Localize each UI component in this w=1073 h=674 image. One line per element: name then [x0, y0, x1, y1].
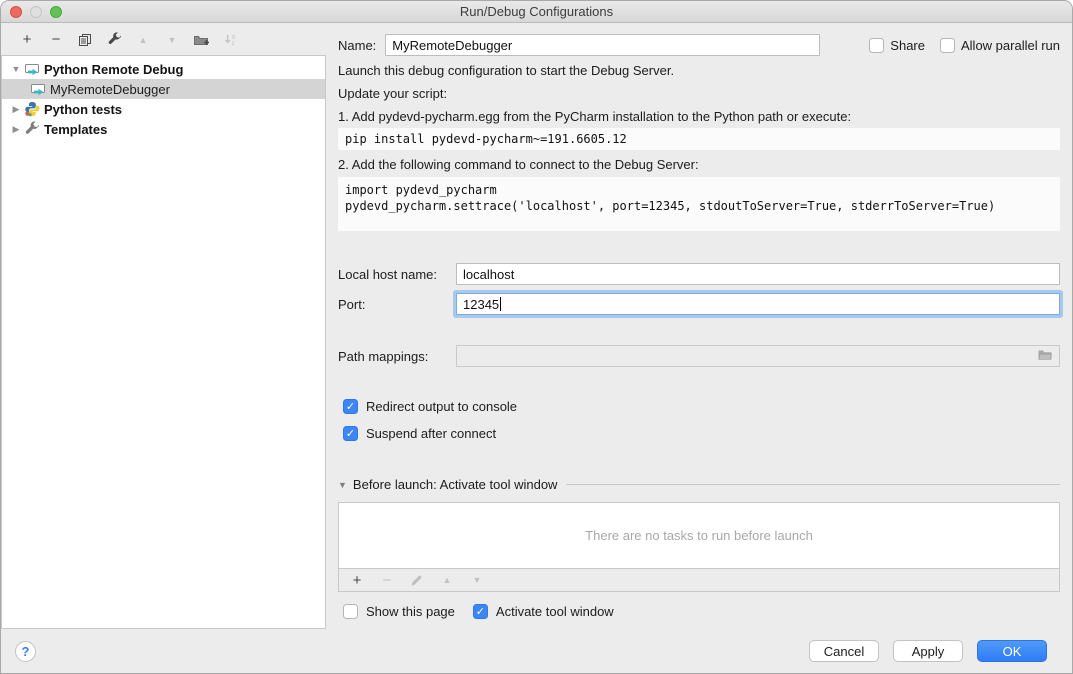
- share-checkbox-group[interactable]: Share: [869, 38, 925, 53]
- minimize-window-button: [30, 6, 42, 18]
- path-mappings-row: Path mappings:: [338, 345, 1060, 367]
- redirect-output-checkbox[interactable]: [343, 399, 358, 414]
- port-label: Port:: [338, 297, 456, 312]
- suspend-after-connect-checkbox[interactable]: [343, 426, 358, 441]
- browse-folder-icon[interactable]: [1037, 348, 1053, 365]
- redirect-output-label: Redirect output to console: [366, 399, 517, 414]
- sidebar-toolbar: + − ▲ ▼ az: [1, 24, 326, 55]
- port-value: 12345: [463, 297, 499, 312]
- tree-item-label: Templates: [44, 122, 107, 137]
- tree-item-label: Python tests: [44, 102, 122, 117]
- close-window-button[interactable]: [10, 6, 22, 18]
- path-mappings-input[interactable]: [456, 345, 1060, 367]
- local-host-input[interactable]: localhost: [456, 263, 1060, 285]
- settrace-code-block: import pydevd_pycharm pydevd_pycharm.set…: [338, 177, 1060, 231]
- before-launch-toolbar: + − ▲ ▼: [338, 569, 1060, 592]
- move-up-icon: ▲: [135, 32, 151, 48]
- remove-configuration-icon[interactable]: −: [48, 32, 64, 48]
- python-tests-icon: [24, 101, 40, 117]
- instruction-line-2: Update your script:: [338, 86, 1060, 102]
- show-this-page-label: Show this page: [366, 604, 455, 619]
- tree-item-templates[interactable]: ▶ Templates: [2, 119, 325, 139]
- share-checkbox[interactable]: [869, 38, 884, 53]
- add-task-icon[interactable]: +: [349, 572, 365, 588]
- pip-install-code: pip install pydevd-pycharm~=191.6605.12: [338, 128, 1060, 150]
- collapse-arrow-icon[interactable]: ▼: [10, 64, 22, 74]
- name-label: Name:: [338, 38, 376, 53]
- tree-item-myremotedebugger[interactable]: MyRemoteDebugger: [2, 79, 325, 99]
- before-launch-header[interactable]: ▼ Before launch: Activate tool window: [338, 477, 1060, 492]
- tree-item-label: MyRemoteDebugger: [50, 82, 170, 97]
- before-launch-title: Before launch: Activate tool window: [353, 477, 558, 492]
- name-value: MyRemoteDebugger: [392, 38, 512, 53]
- expand-arrow-icon[interactable]: ▶: [10, 124, 22, 135]
- show-this-page-checkbox[interactable]: [343, 604, 358, 619]
- name-input[interactable]: MyRemoteDebugger: [385, 34, 820, 56]
- copy-configuration-icon[interactable]: [77, 32, 93, 48]
- edit-task-icon: [409, 572, 425, 588]
- settrace-code-line-1: import pydevd_pycharm: [345, 182, 1053, 198]
- svg-text:z: z: [231, 40, 234, 47]
- suspend-after-connect-label: Suspend after connect: [366, 426, 496, 441]
- allow-parallel-run-checkbox-group[interactable]: Allow parallel run: [940, 38, 1060, 53]
- remote-debug-icon: [30, 81, 46, 97]
- redirect-output-row[interactable]: Redirect output to console: [338, 399, 1060, 414]
- add-configuration-icon[interactable]: +: [19, 32, 35, 48]
- allow-parallel-run-checkbox[interactable]: [940, 38, 955, 53]
- local-host-value: localhost: [463, 267, 514, 282]
- new-folder-icon[interactable]: [193, 32, 209, 48]
- path-mappings-label: Path mappings:: [338, 349, 456, 364]
- local-host-label: Local host name:: [338, 267, 456, 282]
- remove-task-icon: −: [379, 572, 395, 588]
- cancel-button[interactable]: Cancel: [809, 640, 879, 662]
- move-task-down-icon: ▼: [469, 572, 485, 588]
- configuration-tree: ▼ Python Remote Debug MyRemoteDebugger ▶…: [1, 55, 326, 629]
- page-options-row: Show this page Activate tool window: [338, 604, 1060, 619]
- run-debug-configurations-dialog: Run/Debug Configurations + − ▲ ▼ az ▼: [0, 0, 1073, 674]
- collapse-arrow-icon[interactable]: ▼: [338, 480, 347, 490]
- port-row: Port: 12345: [338, 293, 1060, 315]
- port-input[interactable]: 12345: [456, 293, 1060, 315]
- remote-debug-icon: [24, 61, 40, 77]
- window-title: Run/Debug Configurations: [460, 4, 613, 19]
- suspend-after-connect-row[interactable]: Suspend after connect: [338, 426, 1060, 441]
- ok-button[interactable]: OK: [977, 640, 1047, 662]
- allow-parallel-run-label: Allow parallel run: [961, 38, 1060, 53]
- empty-tasks-message: There are no tasks to run before launch: [585, 528, 813, 543]
- section-divider: [566, 484, 1060, 485]
- share-label: Share: [890, 38, 925, 53]
- expand-arrow-icon[interactable]: ▶: [10, 104, 22, 115]
- titlebar: Run/Debug Configurations: [1, 1, 1072, 23]
- footer-buttons: Cancel Apply OK: [809, 640, 1047, 662]
- help-button[interactable]: ?: [15, 641, 36, 662]
- apply-button[interactable]: Apply: [893, 640, 963, 662]
- activate-tool-window-label: Activate tool window: [496, 604, 614, 619]
- zoom-window-button[interactable]: [50, 6, 62, 18]
- instruction-line-1: Launch this debug configuration to start…: [338, 63, 1060, 79]
- configuration-form: Name: MyRemoteDebugger Share Allow paral…: [338, 23, 1060, 619]
- tree-item-label: Python Remote Debug: [44, 62, 183, 77]
- move-down-icon: ▼: [164, 32, 180, 48]
- instruction-step-1: 1. Add pydevd-pycharm.egg from the PyCha…: [338, 109, 1060, 125]
- before-launch-task-list[interactable]: There are no tasks to run before launch: [338, 502, 1060, 569]
- text-caret: [500, 297, 501, 311]
- window-controls: [10, 6, 62, 18]
- activate-tool-window-checkbox[interactable]: [473, 604, 488, 619]
- tree-item-python-tests[interactable]: ▶ Python tests: [2, 99, 325, 119]
- instruction-step-2: 2. Add the following command to connect …: [338, 157, 1060, 173]
- local-host-row: Local host name: localhost: [338, 263, 1060, 285]
- wrench-icon: [24, 121, 40, 137]
- name-row: Name: MyRemoteDebugger Share Allow paral…: [338, 34, 1060, 56]
- help-icon: ?: [22, 644, 30, 659]
- settrace-code-line-2: pydevd_pycharm.settrace('localhost', por…: [345, 198, 1053, 214]
- dialog-footer: ? Cancel Apply OK: [1, 627, 1072, 673]
- sort-alphabetically-icon: az: [222, 32, 238, 48]
- move-task-up-icon: ▲: [439, 572, 455, 588]
- edit-templates-wrench-icon[interactable]: [106, 32, 122, 48]
- tree-item-python-remote-debug[interactable]: ▼ Python Remote Debug: [2, 59, 325, 79]
- configurations-sidebar: + − ▲ ▼ az ▼ Python Remote D: [1, 24, 326, 629]
